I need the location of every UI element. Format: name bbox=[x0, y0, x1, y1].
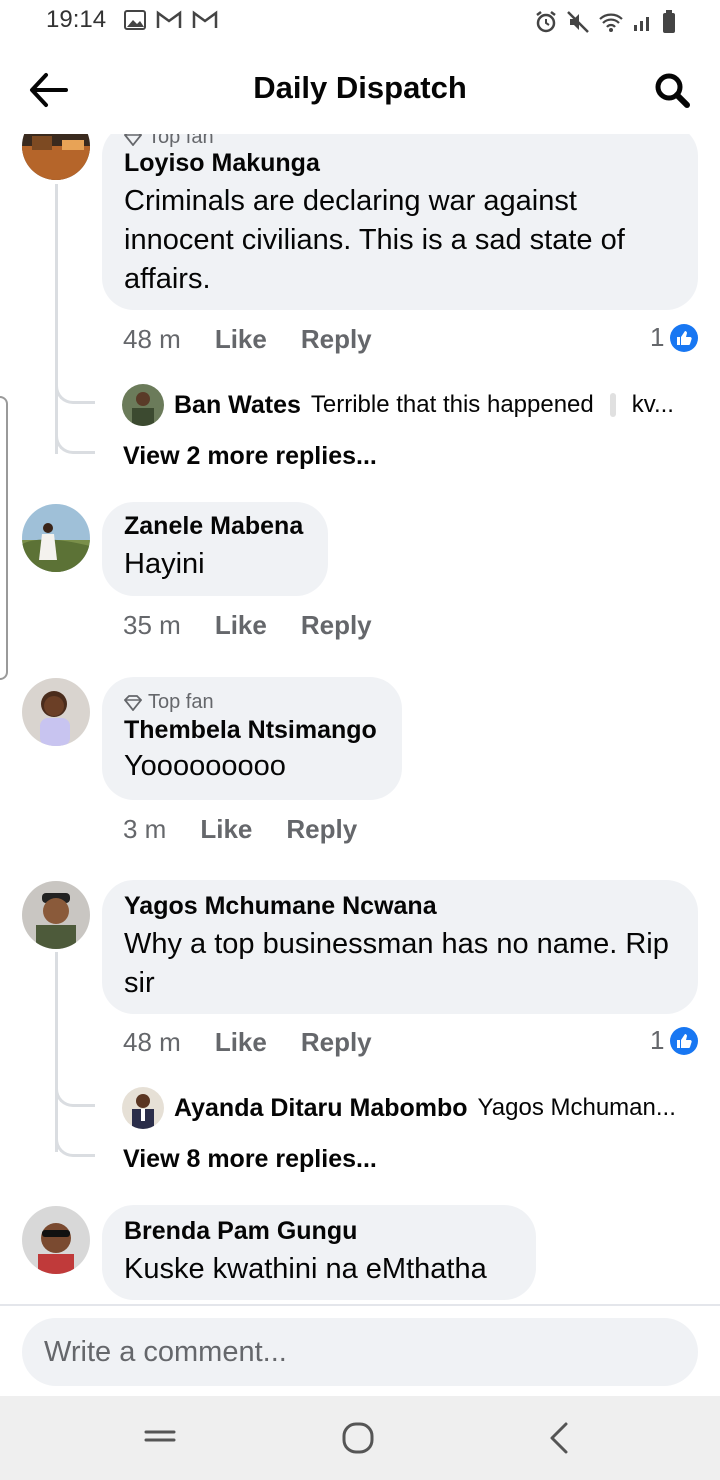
reaction-count[interactable]: 1 bbox=[650, 1025, 699, 1056]
signal-icon bbox=[634, 17, 649, 31]
recents-button[interactable] bbox=[138, 1418, 182, 1458]
like-button[interactable]: Like bbox=[200, 814, 252, 845]
comment-actions: 48 m Like Reply bbox=[123, 1027, 372, 1058]
reply-button[interactable]: Reply bbox=[301, 1027, 372, 1058]
reply-text: Terrible that this happened bbox=[310, 391, 594, 418]
page-title: Daily Dispatch bbox=[253, 70, 467, 105]
reaction-number: 1 bbox=[650, 322, 665, 352]
top-fan-diamond-icon bbox=[124, 694, 142, 711]
reply-button[interactable]: Reply bbox=[286, 814, 357, 845]
comment-time[interactable]: 48 m bbox=[123, 1027, 181, 1058]
reply-text: Yagos Mchuman... bbox=[477, 1094, 676, 1121]
status-bar: 19:14 bbox=[0, 0, 720, 44]
reply-avatar[interactable] bbox=[122, 384, 164, 426]
comment-text: Kuske kwathini na eMthatha bbox=[124, 1253, 487, 1285]
top-fan-label: Top fan bbox=[148, 691, 214, 713]
battery-icon bbox=[663, 10, 675, 33]
comment-text: Criminals are declaring war against inno… bbox=[124, 185, 625, 295]
comment-bubble[interactable]: Top fan Loyiso Makunga Criminals are dec… bbox=[102, 134, 698, 310]
image-notification-icon bbox=[124, 10, 146, 30]
app-header: Daily Dispatch bbox=[0, 44, 720, 134]
mute-icon bbox=[567, 11, 589, 33]
commenter-name[interactable]: Brenda Pam Gungu bbox=[124, 1217, 514, 1246]
comment-actions: 3 m Like Reply bbox=[123, 814, 357, 845]
comment-bubble[interactable]: Brenda Pam Gungu Kuske kwathini na eMtha… bbox=[102, 1205, 536, 1300]
home-button[interactable] bbox=[336, 1418, 380, 1458]
comment-composer bbox=[0, 1304, 720, 1396]
thread-line bbox=[55, 952, 58, 1152]
comments-list[interactable]: Top fan Loyiso Makunga Criminals are dec… bbox=[0, 134, 720, 1304]
top-fan-diamond-icon bbox=[124, 134, 142, 146]
comment-time[interactable]: 35 m bbox=[123, 610, 181, 641]
back-nav-icon bbox=[550, 1422, 568, 1454]
back-nav-button[interactable] bbox=[536, 1418, 580, 1458]
commenter-name[interactable]: Zanele Mabena bbox=[124, 512, 306, 541]
comment-time[interactable]: 48 m bbox=[123, 324, 181, 355]
top-fan-badge: Top fan bbox=[124, 691, 380, 714]
reaction-number: 1 bbox=[650, 1025, 665, 1055]
comment-actions: 35 m Like Reply bbox=[123, 610, 372, 641]
status-time: 19:14 bbox=[46, 6, 107, 33]
thread-line bbox=[55, 184, 58, 454]
like-button[interactable]: Like bbox=[215, 324, 267, 355]
like-reaction-icon bbox=[670, 323, 699, 352]
comment-actions: 48 m Like Reply bbox=[123, 324, 372, 355]
reaction-count[interactable]: 1 bbox=[650, 322, 699, 353]
reply-button[interactable]: Reply bbox=[301, 324, 372, 355]
comment-bubble[interactable]: Top fan Thembela Ntsimango Yooooooooo bbox=[102, 677, 402, 800]
commenter-name[interactable]: Thembela Ntsimango bbox=[124, 716, 380, 745]
system-icons bbox=[534, 10, 676, 34]
reply-preview[interactable]: Ban Wates Terrible that this happened kv… bbox=[122, 384, 674, 426]
commenter-name[interactable]: Loyiso Makunga bbox=[124, 149, 676, 178]
like-reaction-icon bbox=[670, 1026, 699, 1055]
notification-icons bbox=[124, 10, 218, 30]
reply-connector bbox=[55, 1077, 95, 1107]
top-fan-label: Top fan bbox=[148, 134, 214, 148]
recents-icon bbox=[144, 1430, 176, 1442]
reply-button[interactable]: Reply bbox=[301, 610, 372, 641]
gmail-icon bbox=[192, 10, 218, 28]
reply-text-trail: kv... bbox=[631, 391, 674, 418]
avatar[interactable] bbox=[22, 881, 90, 949]
avatar[interactable] bbox=[22, 134, 90, 180]
system-nav-bar bbox=[0, 1396, 720, 1480]
gmail-icon bbox=[156, 10, 182, 28]
wifi-icon bbox=[599, 13, 623, 32]
top-fan-badge: Top fan bbox=[124, 134, 676, 149]
emoji-placeholder bbox=[609, 393, 616, 417]
home-icon bbox=[342, 1422, 374, 1454]
alarm-icon bbox=[536, 11, 556, 33]
comment-text: Yooooooooo bbox=[124, 750, 286, 782]
reply-author[interactable]: Ayanda Ditaru Mabombo bbox=[174, 1094, 468, 1123]
reply-author[interactable]: Ban Wates bbox=[174, 391, 301, 420]
view-more-replies[interactable]: View 8 more replies... bbox=[123, 1145, 377, 1174]
reply-connector bbox=[55, 424, 95, 454]
avatar[interactable] bbox=[22, 678, 90, 746]
comment-text: Why a top businessman has no name. Rip s… bbox=[124, 928, 669, 999]
comment-bubble[interactable]: Zanele Mabena Hayini bbox=[102, 502, 328, 596]
avatar[interactable] bbox=[22, 1206, 90, 1274]
comment-time[interactable]: 3 m bbox=[123, 814, 166, 845]
comment-bubble[interactable]: Yagos Mchumane Ncwana Why a top business… bbox=[102, 880, 698, 1014]
like-button[interactable]: Like bbox=[215, 1027, 267, 1058]
view-more-replies[interactable]: View 2 more replies... bbox=[123, 442, 377, 471]
search-button[interactable] bbox=[652, 70, 692, 110]
reply-connector bbox=[55, 374, 95, 404]
edge-panel-handle[interactable] bbox=[0, 396, 8, 680]
reply-avatar[interactable] bbox=[122, 1087, 164, 1129]
commenter-name[interactable]: Yagos Mchumane Ncwana bbox=[124, 892, 676, 921]
reply-connector bbox=[55, 1127, 95, 1157]
search-icon bbox=[655, 73, 690, 108]
avatar[interactable] bbox=[22, 504, 90, 572]
reply-preview[interactable]: Ayanda Ditaru Mabombo Yagos Mchuman... bbox=[122, 1087, 676, 1129]
like-button[interactable]: Like bbox=[215, 610, 267, 641]
comment-text: Hayini bbox=[124, 548, 205, 580]
comment-input[interactable] bbox=[22, 1318, 698, 1386]
